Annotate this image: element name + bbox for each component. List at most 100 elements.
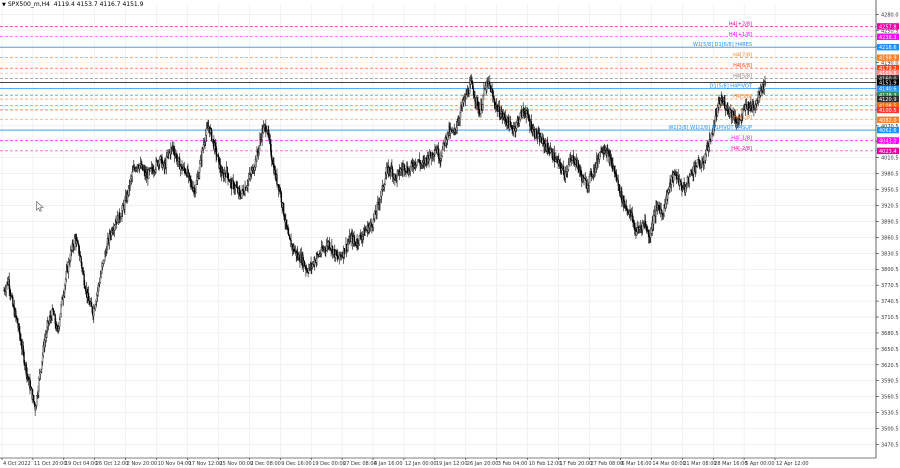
price-level-label: H4[1/8] [733, 115, 752, 121]
price-tag-label: 4218.6 [879, 45, 897, 51]
candle-body [130, 176, 133, 179]
candle-body [280, 192, 283, 203]
candle-body [286, 226, 288, 230]
x-tick-label: 5 Apr 00:00 [745, 461, 774, 467]
candle-body [189, 175, 191, 181]
candle-body [20, 338, 22, 346]
candle-body [383, 184, 386, 187]
candle-body [94, 304, 96, 309]
candle-body [360, 235, 362, 238]
candle-body [332, 249, 334, 255]
candle-body [132, 169, 134, 173]
candle-body [308, 267, 310, 273]
candle-body [282, 202, 285, 216]
candle-body [59, 313, 62, 320]
candle-body [162, 164, 164, 168]
candle-body [58, 319, 61, 327]
candle-body [562, 166, 564, 171]
x-tick-label: 4 Jan 16:00 [374, 461, 402, 467]
candle-body [73, 237, 76, 247]
candle-body [376, 204, 378, 214]
candle-body [561, 168, 563, 171]
candle-body [41, 354, 44, 362]
y-tick-label: 3620.5 [881, 363, 899, 369]
candle-body [440, 156, 443, 159]
candle-body [370, 222, 372, 225]
candle-body [636, 231, 638, 236]
candle-body [493, 98, 495, 104]
x-tick-label: 6 Mar 16:00 [621, 461, 651, 467]
candle-body [549, 149, 552, 153]
x-tick-label: 12 Apr 12:00 [776, 461, 809, 467]
dropdown-triangle-icon[interactable]: ▼ [2, 2, 6, 8]
y-tick-label: 3500.5 [881, 427, 899, 433]
candle-body [82, 270, 85, 275]
candle-body [705, 149, 708, 155]
candle-body [183, 166, 185, 170]
candle-body [242, 189, 244, 191]
candle-body [346, 244, 349, 251]
y-tick-label: 3650.5 [881, 347, 899, 353]
candle-body [473, 94, 475, 98]
candle-body [96, 294, 98, 302]
price-chart[interactable]: H4[+2/8] H4[+1/8] W1[5/8] D1[6/8] H4RES H4[… [0, 0, 900, 468]
candle-body [412, 163, 414, 167]
candle-body [527, 113, 530, 119]
x-tick-label: 28 Mar 16:00 [714, 461, 747, 467]
candle-body [191, 182, 193, 188]
candle-body [246, 185, 248, 188]
candle-body [724, 101, 726, 110]
candle-body [151, 166, 153, 170]
candle-body [120, 216, 122, 219]
candle-body [37, 390, 39, 396]
price-tag-label: 4140.6 [879, 87, 897, 93]
candle-body [131, 171, 133, 178]
candle-body [571, 157, 573, 161]
candle-body [458, 120, 460, 123]
candle-body [232, 180, 234, 183]
candle-body [675, 174, 677, 176]
candle-body [469, 83, 471, 94]
candle-body [248, 178, 250, 182]
candle-body [358, 235, 360, 244]
candle-body [491, 89, 493, 93]
candle-body [442, 142, 444, 150]
candle-body [518, 119, 521, 124]
candle-body [458, 118, 461, 122]
candle-body [283, 214, 286, 220]
candle-body [759, 95, 761, 98]
candle-body [618, 184, 621, 194]
candle-body [196, 180, 198, 185]
candle-body [80, 256, 82, 263]
candle-body [717, 103, 719, 108]
candle-body [95, 301, 97, 305]
candle-body [173, 146, 175, 152]
candle-body [53, 310, 55, 316]
y-tick-label: 3710.5 [881, 315, 899, 321]
candle-body [10, 292, 12, 297]
candle-body [227, 173, 229, 180]
candle-body [45, 333, 47, 338]
candle-body [165, 156, 168, 168]
chart-area[interactable]: H4[+2/8] H4[+1/8] W1[5/8] D1[6/8] H4RES H4[… [0, 0, 900, 468]
candle-body [631, 212, 633, 221]
price-level-label: W1[3/8] W1[2/8] D1PIVOT H4SUP [668, 125, 752, 131]
candle-body [33, 401, 36, 405]
candle-body [617, 179, 619, 186]
candle-body [396, 173, 398, 182]
y-tick-label: 3950.5 [881, 188, 899, 194]
candle-body [664, 203, 667, 209]
candle-body [204, 141, 206, 143]
candle-body [754, 104, 757, 109]
candle-body [705, 154, 707, 161]
candle-body [38, 373, 41, 379]
candle-body [428, 158, 430, 162]
candle-body [270, 143, 272, 156]
x-tick-label: 11 Oct 20:00 [34, 461, 67, 467]
candle-body [259, 139, 261, 146]
candle-body [147, 169, 150, 179]
candle-body [262, 126, 265, 134]
candle-body [27, 373, 29, 378]
candle-body [558, 159, 561, 163]
candle-body [511, 126, 513, 130]
